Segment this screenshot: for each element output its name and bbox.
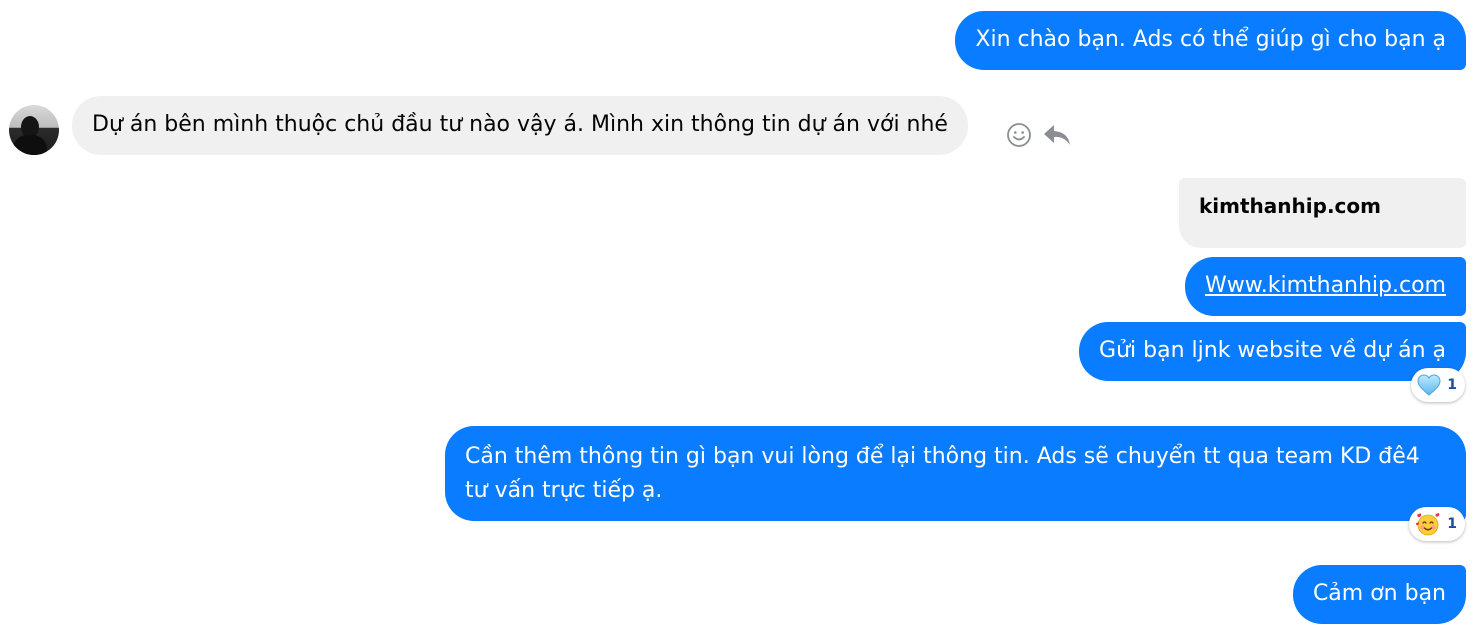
message-text: Xin chào bạn. Ads có thể giúp gì cho bạn… <box>975 27 1446 52</box>
message-reaction[interactable]: 1 <box>1409 507 1465 541</box>
message-text: Dự án bên mình thuộc chủ đầu tư nào vậy … <box>92 112 948 137</box>
link-preview-card[interactable]: kimthanhip.com <box>1179 178 1466 248</box>
message-actions <box>1006 120 1072 150</box>
link-preview-title: kimthanhip.com <box>1199 194 1381 218</box>
outgoing-message-bubble[interactable]: Www.kimthanhip.com <box>1185 257 1466 316</box>
message-text: Gửi bạn ljnk website về dự án ạ <box>1099 338 1446 363</box>
contact-avatar[interactable] <box>9 105 59 155</box>
message-text: Cần thêm thông tin gì bạn vui lòng để lạ… <box>465 444 1420 503</box>
message-text: Cảm ơn bạn <box>1312 581 1446 606</box>
message-reaction[interactable]: 1 <box>1411 368 1465 402</box>
smiling-face-with-hearts-icon <box>1415 512 1441 536</box>
incoming-message-bubble[interactable]: Dự án bên mình thuộc chủ đầu tư nào vậy … <box>72 96 968 155</box>
reaction-count: 1 <box>1447 377 1457 393</box>
outgoing-message-bubble[interactable]: Xin chào bạn. Ads có thể giúp gì cho bạn… <box>955 11 1466 70</box>
smiley-face-icon[interactable] <box>1006 122 1032 148</box>
outgoing-message-bubble[interactable]: Cần thêm thông tin gì bạn vui lòng để lạ… <box>445 426 1466 521</box>
avatar-person-body <box>13 135 47 155</box>
chat-thread: Xin chào bạn. Ads có thể giúp gì cho bạn… <box>0 0 1480 638</box>
reaction-count: 1 <box>1447 516 1457 532</box>
outgoing-message-bubble[interactable]: Cảm ơn bạn <box>1292 565 1466 624</box>
website-link[interactable]: Www.kimthanhip.com <box>1205 273 1446 298</box>
reply-arrow-icon[interactable] <box>1042 122 1072 148</box>
light-blue-heart-icon <box>1417 374 1441 396</box>
outgoing-message-bubble[interactable]: Gửi bạn ljnk website về dự án ạ <box>1079 322 1466 381</box>
